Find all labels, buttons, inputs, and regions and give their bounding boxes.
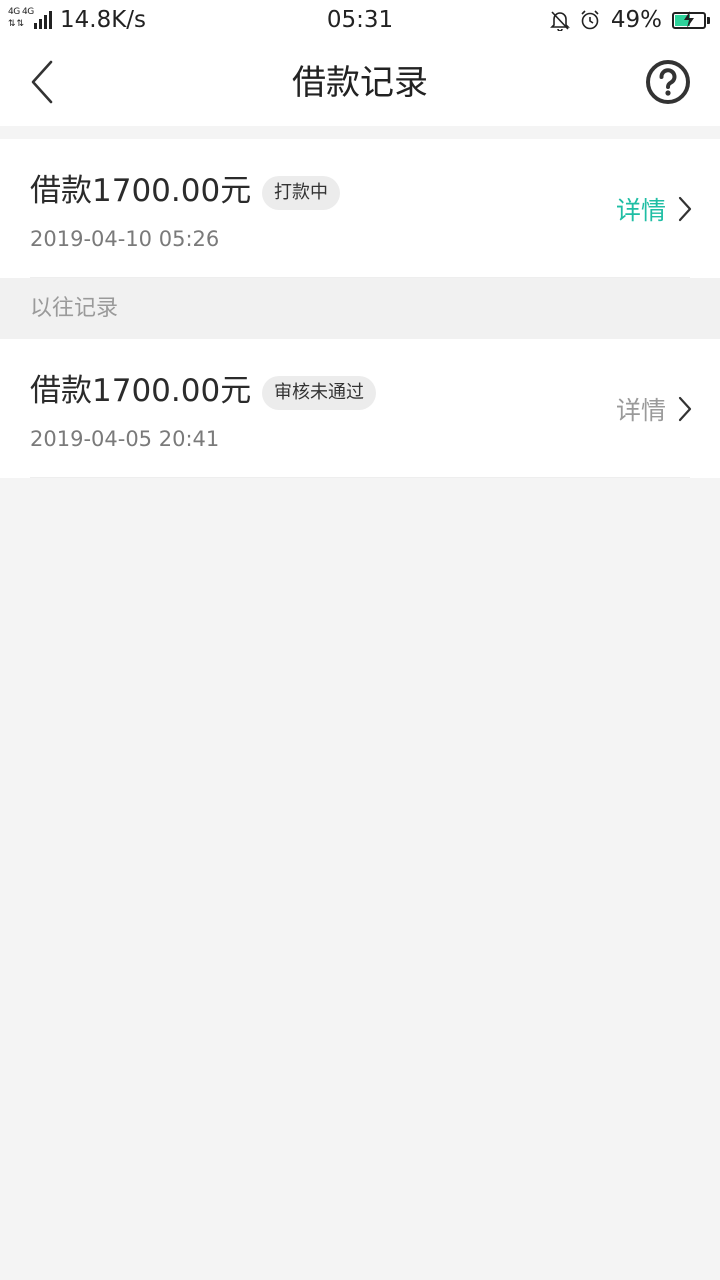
help-button[interactable]: [644, 58, 692, 106]
bell-muted-icon: [549, 9, 571, 31]
past-records-heading: 以往记录: [0, 278, 720, 339]
alarm-clock-icon: [579, 9, 601, 31]
status-bar-left: 4G 4G ⇅⇅ 14.8K/s: [8, 0, 146, 40]
chevron-right-icon: [678, 196, 692, 222]
divider: [30, 477, 690, 478]
record-item[interactable]: 借款1700.00元 审核未通过 2019-04-05 20:41 详情: [0, 339, 720, 478]
network-type-label: 4G 4G: [8, 7, 34, 17]
record-item[interactable]: 借款1700.00元 打款中 2019-04-10 05:26 详情: [0, 139, 720, 278]
status-time: 05:31: [326, 7, 394, 33]
network-speed: 14.8K/s: [60, 7, 147, 33]
status-badge: 打款中: [262, 176, 340, 210]
record-amount: 借款1700.00元: [30, 173, 252, 209]
detail-link[interactable]: 详情: [616, 389, 692, 429]
chevron-left-icon: [31, 60, 53, 104]
detail-link[interactable]: 详情: [616, 189, 692, 229]
app-header: 借款记录: [0, 40, 720, 126]
question-circle-icon: [646, 60, 690, 104]
page-title: 借款记录: [292, 63, 428, 103]
record-amount: 借款1700.00元: [30, 373, 252, 409]
chevron-right-icon: [678, 396, 692, 422]
record-date: 2019-04-10 05:26: [30, 227, 220, 251]
detail-label: 详情: [615, 396, 666, 425]
record-date: 2019-04-05 20:41: [30, 427, 220, 451]
back-button[interactable]: [22, 58, 62, 106]
status-badge: 审核未通过: [262, 376, 376, 410]
detail-label: 详情: [615, 196, 666, 225]
status-bar-right: 49%: [549, 0, 710, 40]
cellular-signal-icon: 4G 4G ⇅⇅: [8, 7, 52, 31]
battery-percent: 49%: [610, 7, 662, 33]
battery-icon: [672, 10, 710, 29]
status-bar: 4G 4G ⇅⇅ 14.8K/s 05:31 49%: [0, 0, 720, 40]
